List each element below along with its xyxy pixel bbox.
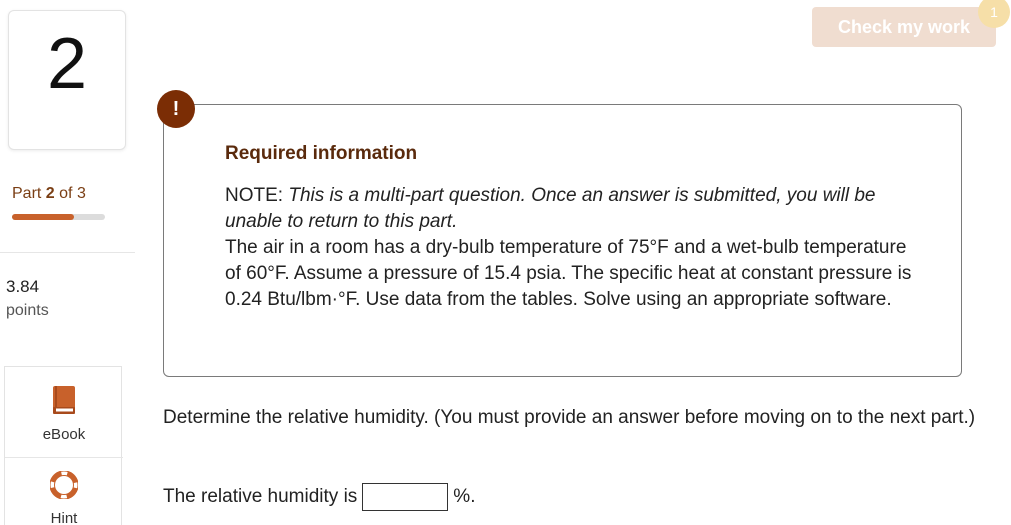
relative-humidity-input[interactable] (362, 483, 449, 511)
hint-label: Hint (50, 510, 78, 525)
ebook-label: eBook (42, 426, 86, 443)
alert-icon: ! (157, 90, 195, 128)
answer-suffix: %. (453, 486, 476, 507)
part-progress-fill (12, 214, 75, 220)
answer-row: The relative humidity is %. (163, 483, 475, 511)
part-current: 2 (45, 185, 55, 202)
divider (0, 252, 135, 253)
lifebuoy-icon (49, 470, 79, 500)
note-text: This is a multi-part question. Once an a… (225, 185, 876, 232)
check-my-work-button[interactable]: Check my work (812, 7, 996, 47)
required-information-box: Required information NOTE: This is a mul… (163, 104, 962, 377)
part-prefix: Part (12, 185, 46, 202)
answer-prefix: The relative humidity is (163, 486, 358, 507)
points-label: points (6, 302, 49, 319)
question-number: 2 (46, 24, 88, 104)
part-indicator: Part 2 of 3 (12, 185, 86, 203)
hint-button[interactable]: Hint (5, 470, 123, 525)
tool-divider (5, 457, 123, 458)
question-prompt: Determine the relative humidity. (You mu… (163, 407, 976, 428)
info-title: Required information (225, 143, 418, 164)
info-body: The air in a room has a dry-bulb tempera… (225, 237, 912, 310)
part-suffix: of 3 (54, 185, 86, 202)
points-value: 3.84 (6, 277, 40, 296)
ebook-button[interactable]: eBook (5, 385, 123, 443)
info-text: NOTE: This is a multi-part question. Onc… (225, 183, 915, 313)
tools-panel: eBook Hint (4, 366, 123, 525)
book-icon (51, 385, 77, 415)
check-count-badge: 1 (978, 0, 1010, 28)
part-progress-bar (12, 214, 105, 220)
note-prefix: NOTE: (225, 185, 289, 206)
